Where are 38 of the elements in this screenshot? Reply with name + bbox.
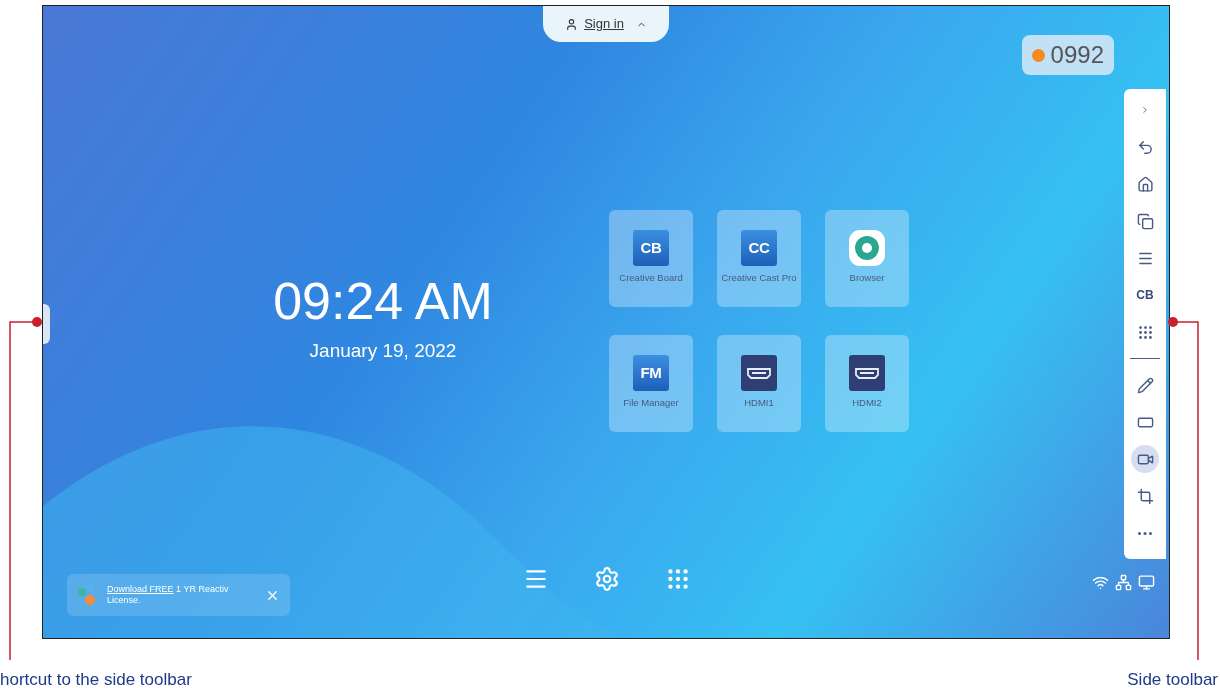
home-icon xyxy=(1136,175,1154,193)
toolbar-text-button[interactable]: CB xyxy=(1131,281,1159,309)
more-icon xyxy=(1138,531,1152,535)
pen-icon xyxy=(1136,376,1154,394)
network-icon xyxy=(1115,574,1132,591)
user-icon xyxy=(565,17,579,31)
wifi-icon xyxy=(1092,574,1109,591)
crop-icon xyxy=(1136,487,1154,505)
app-tile[interactable]: CB Creative Board xyxy=(609,210,693,307)
annotation-label: Side toolbar xyxy=(1127,669,1218,688)
app-logo: FM xyxy=(633,355,669,391)
notification-text: Download FREE 1 YR Reactiv License. xyxy=(107,584,230,606)
hdmi-port-icon xyxy=(849,355,885,391)
back-icon xyxy=(1136,138,1154,156)
sign-in-link[interactable]: Sign in xyxy=(584,14,624,34)
clock-date: January 19, 2022 xyxy=(309,339,457,363)
clock-time: 09:24 AM xyxy=(273,271,493,331)
app-logo: CB xyxy=(633,230,669,266)
app-tile[interactable]: CC Creative Cast Pro xyxy=(717,210,801,307)
app-tile[interactable]: HDMI2 xyxy=(825,335,909,432)
chevron-right-icon xyxy=(1140,105,1150,115)
hdmi-port-icon xyxy=(741,355,777,391)
dots-grid-icon xyxy=(665,566,691,592)
browser-icon xyxy=(849,230,885,266)
side-toolbar-shortcut[interactable] xyxy=(43,304,50,344)
app-tile[interactable]: HDMI1 xyxy=(717,335,801,432)
app-logo: CC xyxy=(741,230,777,266)
dots-grid-icon xyxy=(1136,323,1154,341)
monitor-icon xyxy=(1138,574,1155,591)
code-text: 0992 xyxy=(1050,40,1104,70)
windows-icon xyxy=(1136,212,1154,230)
app-tile[interactable]: FM File Manager xyxy=(609,335,693,432)
camera-button[interactable] xyxy=(1131,445,1159,473)
download-link[interactable]: Download FREE xyxy=(107,584,174,594)
sign-in-tab[interactable]: Sign in xyxy=(543,6,669,42)
settings-icon xyxy=(594,566,620,592)
app-tile[interactable]: Browser xyxy=(825,210,909,307)
annotation-label: hortcut to the side toolbar xyxy=(0,669,192,688)
